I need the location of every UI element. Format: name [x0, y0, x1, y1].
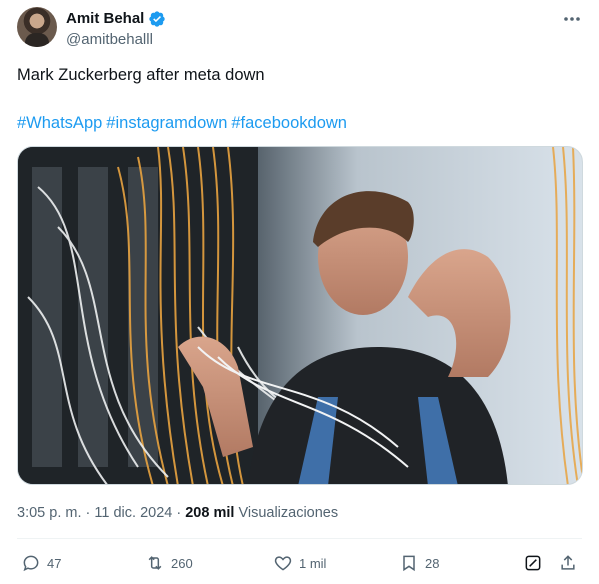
author-name[interactable]: Amit Behal	[66, 10, 144, 28]
hashtag-link-facebookdown[interactable]: #facebookdown	[231, 114, 347, 132]
author-name-row[interactable]: Amit Behal	[66, 10, 166, 28]
server-rack-photo	[18, 147, 582, 484]
more-horizontal-icon[interactable]	[561, 10, 583, 28]
repost-button[interactable]: 260	[145, 553, 193, 573]
repost-icon	[148, 556, 162, 570]
author-handle[interactable]: @amitbehalll	[66, 31, 153, 49]
grok-button[interactable]	[523, 553, 543, 573]
action-bar: 47 260 1 mil 28	[17, 553, 583, 575]
bookmark-count: 28	[425, 555, 440, 571]
meta-separator: ·	[176, 505, 182, 521]
views-label: Visualizaciones	[238, 505, 339, 521]
repost-count: 260	[171, 555, 193, 571]
hashtag-list: #WhatsApp #instagramdown #facebookdown	[17, 112, 351, 134]
bookmark-button[interactable]: 28	[399, 553, 439, 573]
verified-badge-icon	[149, 11, 166, 27]
bookmark-icon	[403, 555, 415, 572]
avatar[interactable]	[17, 7, 57, 47]
divider	[17, 538, 582, 539]
reply-bubble-icon	[23, 555, 39, 572]
meta-separator: ·	[85, 505, 91, 521]
reply-count: 47	[47, 555, 62, 571]
like-button[interactable]: 1 mil	[273, 553, 326, 573]
tweet-text: Mark Zuckerberg after meta down	[17, 66, 265, 84]
heart-icon	[274, 556, 292, 571]
hashtag-link-whatsapp[interactable]: #WhatsApp	[17, 114, 102, 132]
views-count: 208 mil	[185, 505, 235, 521]
tweet-meta: 3:05 p. m. · 11 dic. 2024 · 208 mil Visu…	[17, 504, 338, 522]
tweet-time[interactable]: 3:05 p. m.	[17, 505, 81, 521]
reply-button[interactable]: 47	[21, 553, 61, 573]
grok-icon	[525, 555, 541, 571]
share-upload-icon	[561, 555, 575, 570]
like-count: 1 mil	[299, 555, 327, 571]
tweet-media-image[interactable]	[17, 146, 583, 485]
share-button[interactable]	[558, 553, 578, 573]
tweet-date[interactable]: 11 dic. 2024	[94, 505, 172, 521]
hashtag-link-instagramdown[interactable]: #instagramdown	[106, 114, 227, 132]
